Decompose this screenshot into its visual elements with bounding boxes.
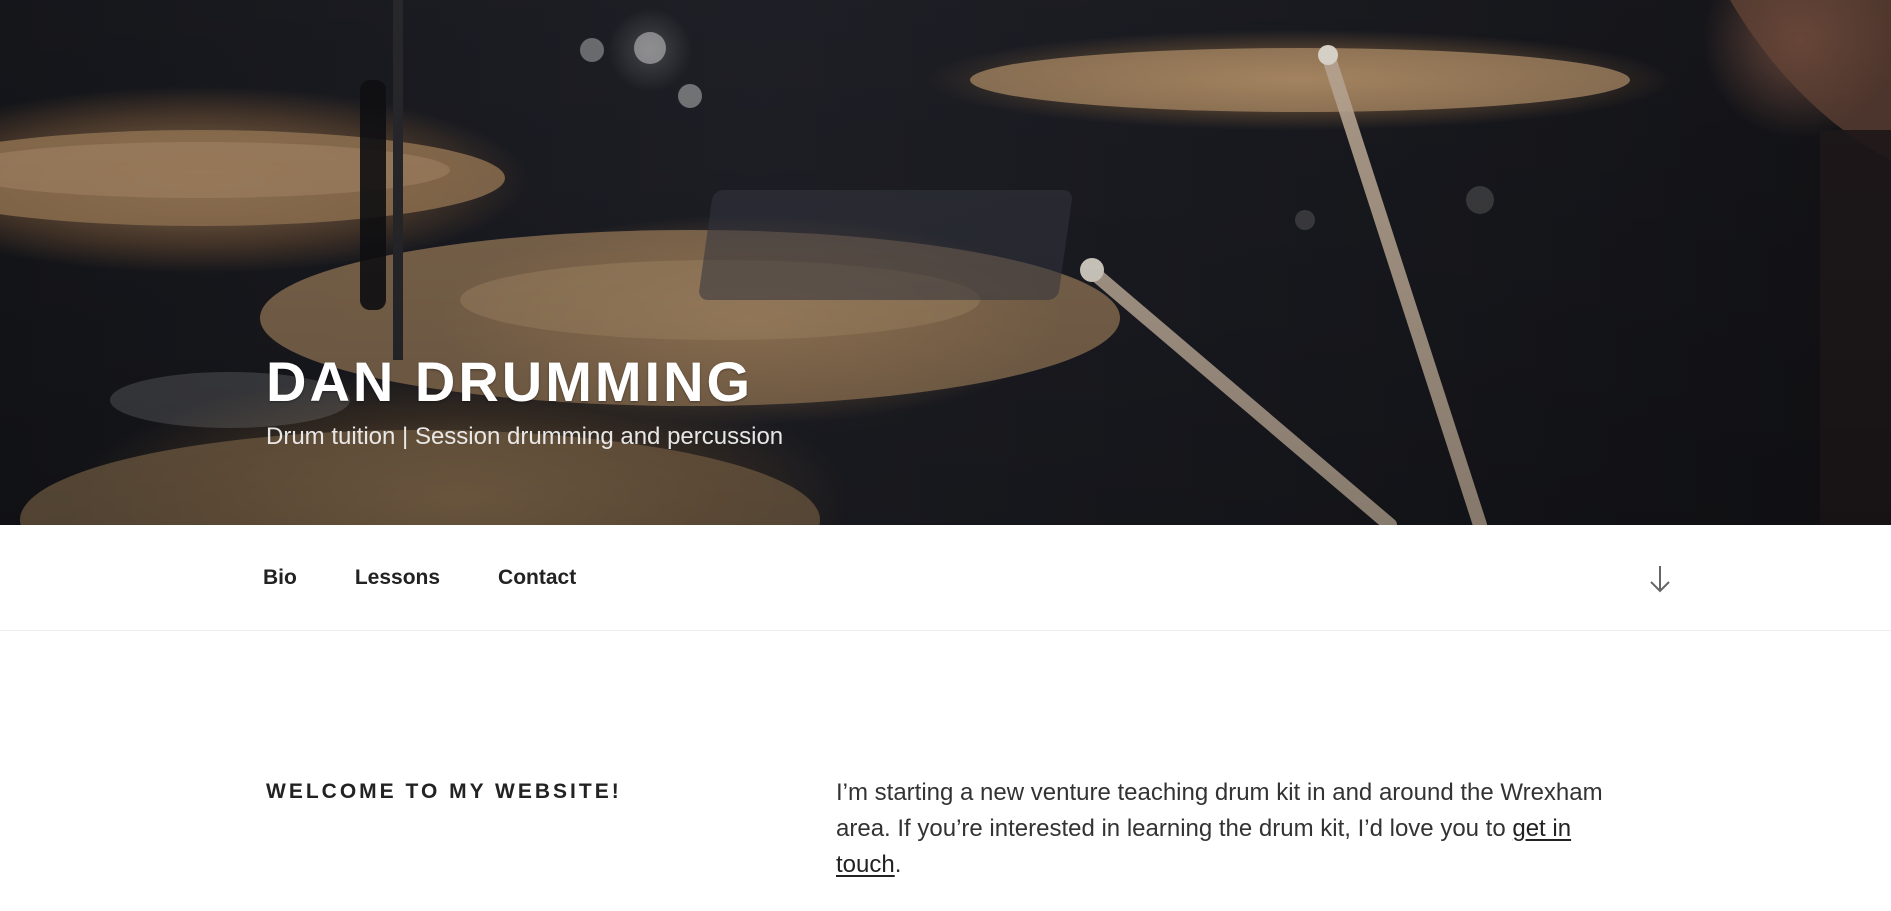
header-hero: DAN DRUMMING Drum tuition | Session drum… [0, 0, 1891, 525]
site-title[interactable]: DAN DRUMMING [266, 352, 783, 412]
nav-item-bio: Bio [263, 566, 297, 590]
arrow-down-icon [1650, 566, 1670, 593]
scroll-down-button[interactable] [1644, 563, 1676, 595]
intro-paragraph: I’m starting a new venture teaching drum… [836, 775, 1626, 883]
nav-item-contact: Contact [498, 566, 576, 590]
welcome-heading: WELCOME TO MY WEBSITE! [266, 780, 622, 803]
nav-menu: Bio Lessons Contact [263, 525, 634, 631]
nav-item-lessons: Lessons [355, 566, 440, 590]
nav-link-lessons[interactable]: Lessons [355, 566, 440, 589]
main-content: WELCOME TO MY WEBSITE! I’m starting a ne… [0, 631, 1891, 911]
nav-link-bio[interactable]: Bio [263, 566, 297, 589]
site-tagline: Drum tuition | Session drumming and perc… [266, 423, 784, 450]
intro-text: I’m starting a new venture teaching drum… [836, 779, 1603, 842]
nav-link-contact[interactable]: Contact [498, 566, 576, 589]
main-navigation: Bio Lessons Contact [0, 525, 1891, 631]
site-branding: DAN DRUMMING Drum tuition | Session drum… [266, 352, 783, 452]
intro-text-end: . [894, 851, 902, 878]
